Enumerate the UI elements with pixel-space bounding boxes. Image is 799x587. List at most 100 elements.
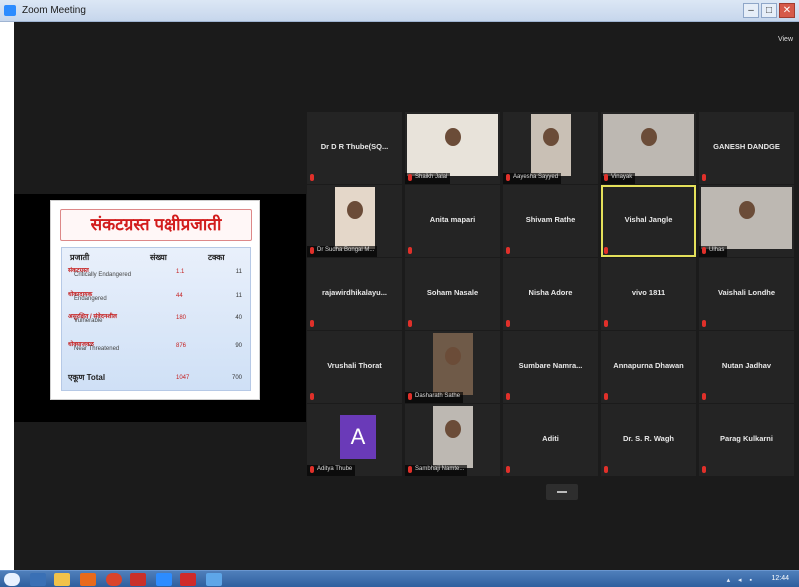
participant-face <box>445 420 461 438</box>
app-icon[interactable] <box>206 573 222 586</box>
gallery-next-page-button[interactable] <box>546 484 578 500</box>
ie-icon[interactable] <box>30 573 46 586</box>
participant-video <box>407 114 498 176</box>
mic-muted-icon <box>702 320 706 327</box>
participant-tile[interactable]: Nutan Jadhav <box>699 331 794 403</box>
acrobat-icon[interactable] <box>180 573 196 586</box>
participant-face <box>445 128 461 146</box>
pdf-reader-icon[interactable] <box>130 573 146 586</box>
mic-muted-icon <box>604 320 608 327</box>
screen-share-area: संकटग्रस्त पक्षीप्रजाती प्रजाती संख्या ट… <box>14 194 306 422</box>
participant-name: Nisha Adore <box>528 288 573 297</box>
slide-header: टक्का <box>208 253 225 262</box>
mic-muted-icon <box>702 247 706 254</box>
participant-tile[interactable]: vivo 1811 <box>601 258 696 330</box>
slide-cell-n2: 11 <box>235 293 242 299</box>
participant-tile[interactable]: Shaikh Jalal <box>405 112 500 184</box>
participant-face <box>347 201 363 219</box>
mic-muted-icon <box>506 320 510 327</box>
folder-icon[interactable] <box>54 573 70 586</box>
participant-caption: Aditya Thube <box>307 465 356 476</box>
participant-video <box>603 114 694 176</box>
participant-tile[interactable]: GANESH DANDGE <box>699 112 794 184</box>
mic-muted-icon <box>604 393 608 400</box>
participant-name: Anita mapari <box>429 215 476 224</box>
mic-muted-icon <box>310 247 314 254</box>
mic-muted-icon <box>506 247 510 254</box>
mic-muted-icon <box>604 466 608 473</box>
slide-total-n1: 1047 <box>176 375 190 381</box>
participant-tile[interactable]: Sumbare Namra... <box>503 331 598 403</box>
close-button[interactable]: ✕ <box>779 3 795 18</box>
participant-tile[interactable]: Nisha Adore <box>503 258 598 330</box>
participant-tile[interactable]: Ulhas <box>699 185 794 257</box>
zoom-taskbar-icon[interactable] <box>156 573 172 586</box>
slide-cell-n1: 44 <box>176 293 183 299</box>
slide-row: धोक्याजवळ Near Threatened 876 90 <box>68 340 246 352</box>
participant-face <box>445 347 461 365</box>
participant-tile[interactable]: Anita mapari <box>405 185 500 257</box>
participant-name: Nutan Jadhav <box>721 361 772 370</box>
mic-muted-icon <box>408 174 412 181</box>
participant-face <box>739 201 755 219</box>
participant-tile[interactable]: Shivam Rathe <box>503 185 598 257</box>
participant-tile[interactable]: Aditi <box>503 404 598 476</box>
start-button-icon[interactable] <box>4 573 20 586</box>
window-title: Zoom Meeting <box>22 5 86 16</box>
participant-tile[interactable]: Sambhaji Namte... <box>405 404 500 476</box>
participant-name: Vaishali Londhe <box>717 288 776 297</box>
participant-tile[interactable]: Dr. S. R. Wagh <box>601 404 696 476</box>
maximize-button[interactable]: □ <box>761 3 777 18</box>
system-tray[interactable]: ▴ ◂ ▪ <box>727 576 755 584</box>
chrome-icon[interactable] <box>106 573 122 586</box>
participant-tile[interactable]: Vinayak <box>601 112 696 184</box>
participant-name: Parag Kulkarni <box>720 434 773 443</box>
participant-name: Vrushali Thorat <box>327 361 382 370</box>
participant-caption: Aayesha Sayyed <box>503 173 562 184</box>
slide-total-row: एकूण Total 1047 700 <box>68 372 246 384</box>
slide-cell-sub: Endangered <box>74 296 107 302</box>
mic-muted-icon <box>604 174 608 181</box>
participant-tile[interactable]: Dasharath Sathe <box>405 331 500 403</box>
participant-avatar: A <box>340 415 376 459</box>
participant-tile[interactable]: Vishal Jangle <box>601 185 696 257</box>
view-button[interactable]: View <box>778 36 793 43</box>
mic-muted-icon <box>702 174 706 181</box>
media-player-icon[interactable] <box>80 573 96 586</box>
participant-tile[interactable]: Soham Nasale <box>405 258 500 330</box>
zoom-app-icon <box>4 5 16 16</box>
slide-cell-n2: 11 <box>235 269 242 275</box>
participant-tile[interactable]: Vaishali Londhe <box>699 258 794 330</box>
participant-tile[interactable]: A Aditya Thube <box>307 404 402 476</box>
mic-muted-icon <box>408 393 412 400</box>
participant-name: rajawirdhikalayu... <box>321 288 388 297</box>
participant-caption: Sambhaji Namte... <box>405 465 468 476</box>
meeting-window: View संकटग्रस्त पक्षीप्रजाती प्रजाती संख… <box>14 22 799 570</box>
slide-cell-sub: Critically Endangered <box>74 272 132 278</box>
participant-name: Vishal Jangle <box>624 215 673 224</box>
mic-muted-icon <box>310 174 314 181</box>
participant-video <box>433 333 473 395</box>
participant-video <box>701 187 792 249</box>
participant-tile[interactable]: rajawirdhikalayu... <box>307 258 402 330</box>
participant-tile[interactable]: Parag Kulkarni <box>699 404 794 476</box>
slide-total-n2: 700 <box>231 375 242 381</box>
mic-muted-icon <box>408 466 412 473</box>
participant-tile[interactable]: Aayesha Sayyed <box>503 112 598 184</box>
participant-name: Dr. S. R. Wagh <box>623 434 674 443</box>
mic-muted-icon <box>310 466 314 473</box>
participant-name: Sumbare Namra... <box>518 361 583 370</box>
participant-tile[interactable]: Annapurna Dhawan <box>601 331 696 403</box>
participant-tile[interactable]: Dr Sudha Bongal M... <box>307 185 402 257</box>
minimize-button[interactable]: – <box>743 3 759 18</box>
slide-cell-n2: 90 <box>235 343 242 349</box>
participant-tile[interactable]: Vrushali Thorat <box>307 331 402 403</box>
slide-header: संख्या <box>150 253 167 262</box>
clock: 12:44 <box>771 575 789 582</box>
participant-name: Soham Nasale <box>426 288 479 297</box>
participant-video <box>335 187 375 249</box>
participant-caption: Dasharath Sathe <box>405 392 464 403</box>
participant-tile[interactable]: Dr D R Thube(SQ... <box>307 112 402 184</box>
mic-muted-icon <box>702 393 706 400</box>
slide-total-label: एकूण Total <box>68 373 106 382</box>
